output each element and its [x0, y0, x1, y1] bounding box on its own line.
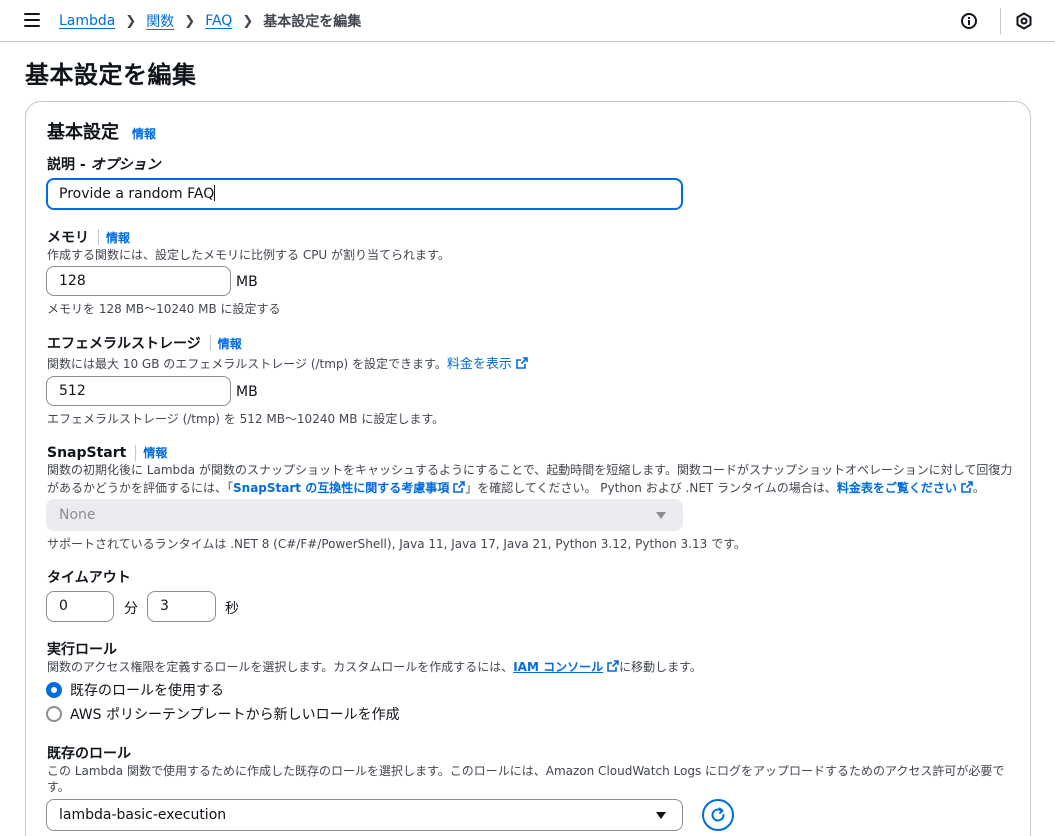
timeout-minutes-input[interactable]: 0: [46, 591, 114, 622]
snapstart-select: None: [46, 499, 683, 531]
iam-console-link[interactable]: IAM コンソール: [513, 660, 603, 674]
snapstart-label: SnapStart: [47, 444, 127, 461]
menu-icon[interactable]: [24, 13, 40, 27]
description-label: 説明 - オプション: [47, 157, 161, 173]
chevron-right-icon: ❯: [184, 13, 196, 29]
external-link-icon: [516, 357, 528, 369]
memory-info-link[interactable]: 情報: [106, 229, 130, 246]
section-title: 基本設定: [47, 122, 119, 143]
minutes-unit: 分: [124, 601, 138, 617]
top-navigation-bar: Lambda ❯ 関数 ❯ FAQ ❯ 基本設定を編集: [0, 0, 1055, 42]
ephemeral-constraint: エフェメラルストレージ (/tmp) を 512 MB～10240 MB に設定…: [47, 412, 445, 426]
existing-role-label: 既存のロール: [47, 746, 131, 762]
existing-role-description: この Lambda 関数で使用するために作成した既存のロールを選択します。このロ…: [47, 764, 1005, 778]
breadcrumb-function-faq[interactable]: FAQ: [205, 13, 232, 29]
info-icon[interactable]: [961, 13, 977, 29]
settings-hexagon-icon[interactable]: [1015, 12, 1033, 30]
execution-role-description: 関数のアクセス権限を定義するロールを選択します。カスタムロールを作成するには、I…: [47, 660, 702, 674]
execution-role-label: 実行ロール: [47, 642, 117, 658]
snapstart-compat-link[interactable]: SnapStart の互換性に関する考慮事項: [233, 481, 449, 495]
snapstart-description-line1: 関数の初期化後に Lambda が関数のスナップショットをキャッシュするようにす…: [47, 463, 1013, 477]
memory-description: 作成する関数には、設定したメモリに比例する CPU が割り当てられます。: [47, 248, 450, 262]
caret-down-icon: [656, 812, 666, 819]
timeout-label: タイムアウト: [47, 570, 131, 586]
external-link-icon: [453, 481, 466, 493]
page-title: 基本設定を編集: [25, 61, 197, 89]
ephemeral-unit: MB: [236, 384, 258, 400]
timeout-seconds-input[interactable]: 3: [147, 591, 216, 622]
seconds-unit: 秒: [225, 601, 239, 617]
basic-settings-container: 基本設定 情報 説明 - オプション Provide a random FAQ …: [25, 101, 1031, 836]
radio-button[interactable]: [46, 706, 62, 722]
ephemeral-info-link[interactable]: 情報: [218, 335, 242, 352]
breadcrumb-functions[interactable]: 関数: [146, 11, 174, 31]
existing-role-description-line2: す。: [47, 780, 70, 794]
breadcrumb-current: 基本設定を編集: [263, 14, 362, 30]
caret-down-icon: [656, 512, 666, 519]
radio-create-from-template[interactable]: AWS ポリシーテンプレートから新しいロールを作成: [46, 704, 400, 724]
pricing-link[interactable]: 料金を表示: [447, 357, 512, 372]
chevron-right-icon: ❯: [242, 13, 254, 29]
refresh-roles-button[interactable]: [702, 799, 734, 831]
memory-label: メモリ: [47, 230, 89, 246]
ephemeral-description: 関数には最大 10 GB のエフェメラルストレージ (/tmp) を設定できます…: [47, 353, 528, 372]
external-link-icon: [607, 660, 619, 672]
breadcrumb: Lambda ❯ 関数 ❯ FAQ ❯ 基本設定を編集: [59, 11, 361, 31]
breadcrumb-lambda[interactable]: Lambda: [59, 13, 115, 29]
memory-constraint: メモリを 128 MB～10240 MB に設定する: [47, 302, 281, 316]
snapstart-info-link[interactable]: 情報: [143, 444, 167, 461]
refresh-icon: [711, 807, 725, 822]
ephemeral-storage-input[interactable]: 512: [46, 376, 231, 406]
radio-use-existing-role[interactable]: 既存のロールを使用する: [46, 680, 224, 700]
radio-button-checked[interactable]: [46, 682, 62, 698]
external-link-icon: [961, 481, 973, 493]
section-info-link[interactable]: 情報: [132, 125, 156, 142]
snapstart-runtimes-note: サポートされているランタイムは .NET 8 (C#/F#/PowerShell…: [47, 537, 746, 551]
snapstart-pricing-link[interactable]: 料金表をご覧ください: [837, 481, 957, 495]
memory-input[interactable]: 128: [46, 266, 231, 296]
chevron-right-icon: ❯: [125, 13, 137, 29]
description-input[interactable]: Provide a random FAQ: [46, 178, 683, 210]
divider: [1000, 8, 1001, 34]
existing-role-select[interactable]: lambda-basic-execution: [46, 799, 683, 831]
memory-unit: MB: [236, 274, 258, 290]
snapstart-description-line2: があるかどうかを評価するには、「SnapStart の互換性に関する考慮事項 」を…: [47, 481, 985, 495]
ephemeral-storage-label: エフェメラルストレージ: [47, 336, 201, 352]
